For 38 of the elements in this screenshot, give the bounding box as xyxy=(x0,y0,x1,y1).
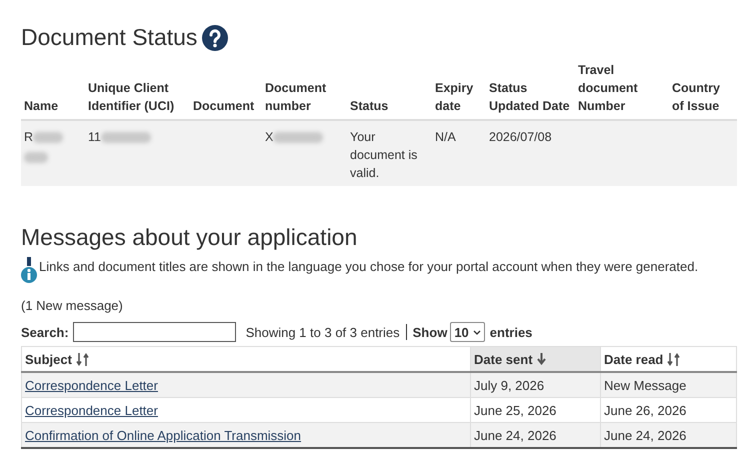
search-label: Search: xyxy=(21,324,69,340)
table-cell-text: 11 xyxy=(88,129,101,146)
column-header: Expiry date xyxy=(435,80,474,115)
table-cell-text: N/A xyxy=(435,129,456,146)
new-message-count: (1 New message) xyxy=(21,298,123,313)
column-header: Name xyxy=(24,98,58,115)
section-title: Document Status xyxy=(21,24,198,51)
column-header: Travel document Number xyxy=(578,62,639,115)
info-icon xyxy=(21,257,37,283)
column-header: Status xyxy=(350,98,388,115)
column-header: Document xyxy=(193,98,254,115)
column-header[interactable]: Date sent xyxy=(470,346,600,372)
subject-link[interactable]: Confirmation of Online Application Transmission xyxy=(25,428,302,442)
column-header: Status Updated Date xyxy=(489,80,571,115)
table-cell: June 24, 2026 xyxy=(474,428,556,442)
section-title: Messages about your application xyxy=(21,224,358,251)
table-cell: New Message xyxy=(604,378,686,392)
entries-summary: Showing 1 to 3 of 3 entries xyxy=(246,324,400,340)
table-cell-text: 2026/07/08 xyxy=(489,129,552,146)
table-cell-text: Your document is valid. xyxy=(350,129,418,182)
subject-link[interactable]: Correspondence Letter xyxy=(25,402,158,418)
table-cell: July 9, 2026 xyxy=(474,378,544,392)
table-cell-text: X xyxy=(265,129,274,146)
page-size-select[interactable]: 10 xyxy=(450,322,485,342)
column-header: Document number xyxy=(265,80,328,115)
column-header: Unique Client Identifier (UCI) xyxy=(88,80,176,115)
table-cell: June 25, 2026 xyxy=(474,402,556,418)
help-icon[interactable] xyxy=(202,24,228,50)
table-cell: June 26, 2026 xyxy=(604,402,686,418)
subject-link[interactable]: Correspondence Letter xyxy=(25,378,158,392)
info-text: Links and document titles are shown in the language you chose for your portal account when they were generated. xyxy=(39,259,698,274)
caret-icon xyxy=(472,330,481,334)
search-field[interactable] xyxy=(72,322,236,342)
entries-label: entries xyxy=(490,324,532,340)
table-cell: June 24, 2026 xyxy=(604,428,686,442)
show-label: Show xyxy=(412,324,448,340)
table-cell-text: R xyxy=(24,129,34,146)
column-header: Country of Issue xyxy=(672,80,721,115)
